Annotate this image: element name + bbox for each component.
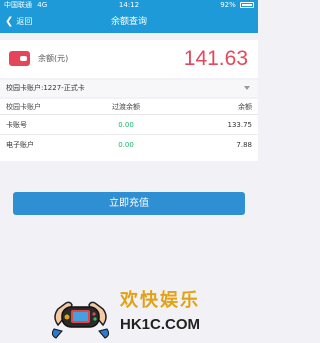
header-transit: 过渡余额 — [112, 103, 140, 111]
table-row: 电子账户 0.00 7.88 — [0, 136, 258, 155]
balance-table: 校园卡账户 过渡余额 余额 卡账号 0.00 133.75 电子账户 0.00 … — [0, 99, 258, 161]
card-account-select[interactable]: 校园卡账户:1227-正式卡 — [0, 80, 258, 97]
card-account-label: 校园卡账户:1227-正式卡 — [6, 84, 85, 92]
row-account: 电子账户 — [6, 141, 34, 149]
row-transit: 0.00 — [118, 121, 134, 129]
watermark-url: HK1C.COM — [120, 316, 201, 333]
table-row: 卡账号 0.00 133.75 — [0, 116, 258, 135]
header-balance: 余额 — [238, 103, 252, 111]
row-balance: 133.75 — [227, 121, 253, 129]
balance-value: 141.63 — [183, 47, 248, 70]
row-transit: 0.00 — [118, 141, 134, 149]
battery-icon — [240, 2, 254, 8]
dropdown-caret-icon — [244, 86, 250, 90]
watermark-title: 欢快娱乐 — [120, 290, 200, 311]
watermark: 欢快娱乐 HK1C.COM — [0, 270, 258, 343]
status-bar: 中国联通 4G 14:12 92% — [0, 0, 258, 11]
row-balance: 7.88 — [236, 141, 252, 149]
row-account: 卡账号 — [6, 121, 27, 129]
battery-text: 92% — [220, 1, 236, 9]
balance-card: 余额(元) 141.63 — [0, 40, 258, 78]
status-right: 92% — [220, 0, 254, 11]
table-header: 校园卡账户 过渡余额 余额 — [0, 99, 258, 115]
header-account: 校园卡账户 — [6, 103, 41, 111]
gamepad-hands-icon — [51, 301, 110, 339]
balance-label: 余额(元) — [38, 54, 69, 63]
page-title: 余额查询 — [110, 17, 147, 27]
nav-bar: ❮ 返回 余额查询 — [0, 11, 258, 33]
app-header: 中国联通 4G 14:12 92% ❮ 返回 余额查询 — [0, 0, 258, 33]
recharge-button[interactable]: 立即充值 — [13, 192, 245, 215]
wallet-icon — [9, 51, 30, 66]
